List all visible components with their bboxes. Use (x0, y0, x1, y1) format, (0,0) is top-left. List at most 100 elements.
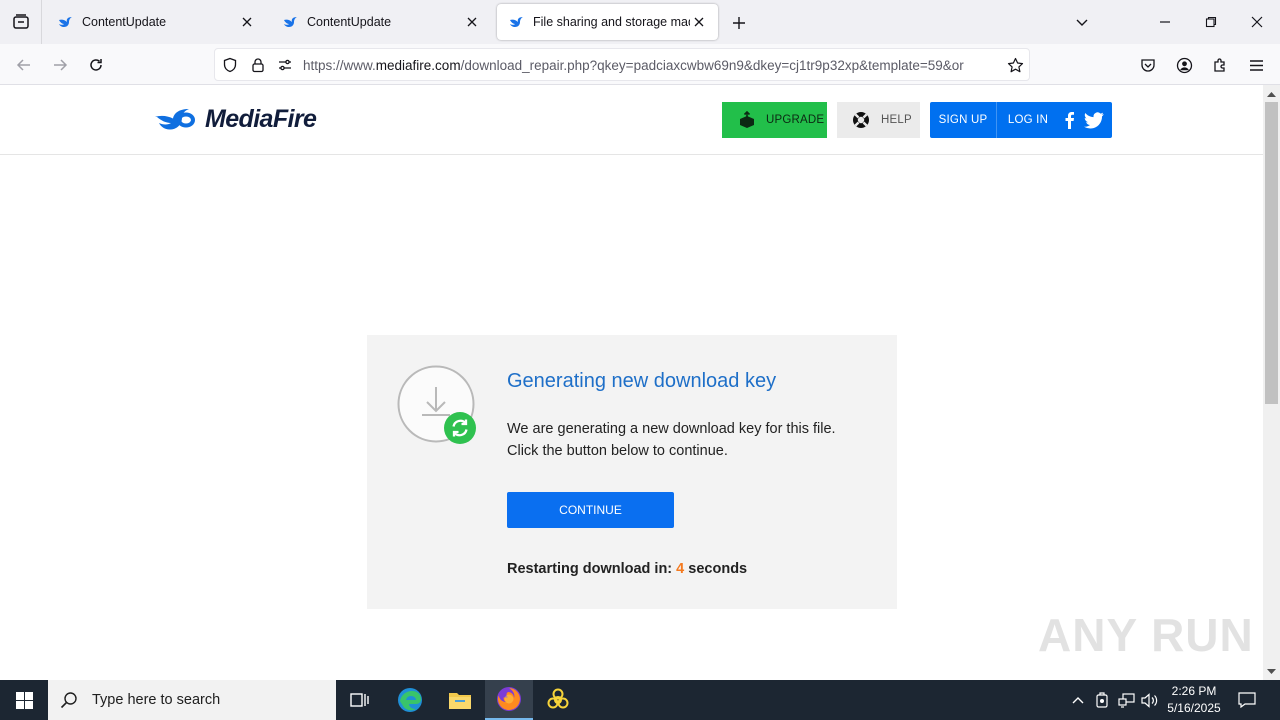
reload-button[interactable] (83, 52, 109, 78)
browser-tab-bar: ContentUpdate ContentUpdate File sharing… (0, 0, 1280, 44)
tab-title: ContentUpdate (307, 15, 392, 29)
page-scrollbar[interactable] (1263, 85, 1280, 680)
search-placeholder: Type here to search (92, 692, 221, 708)
folder-icon (449, 693, 471, 709)
biohazard-icon (545, 688, 571, 712)
facebook-login-button[interactable] (1060, 111, 1078, 129)
address-bar[interactable]: https://www.mediafire.com/download_repai… (214, 48, 1030, 81)
scroll-down-arrow-icon[interactable] (1263, 663, 1280, 680)
tab-title: File sharing and storage made (533, 15, 690, 29)
minimize-button[interactable] (1153, 10, 1177, 34)
start-button[interactable] (0, 680, 48, 720)
windows-logo-icon (15, 691, 33, 709)
site-header: MediaFire UPGRADE HELP SIGN UP LOG IN (0, 85, 1263, 155)
continue-button[interactable]: CONTINUE (507, 492, 674, 528)
list-all-tabs-button[interactable] (0, 0, 42, 44)
close-tab-icon[interactable] (238, 13, 256, 31)
restore-button[interactable] (1199, 10, 1223, 34)
restore-icon (1205, 16, 1217, 28)
restart-prefix: Restarting download in: (507, 561, 673, 577)
puzzle-icon (1214, 58, 1225, 72)
url-host: mediafire.com (375, 58, 461, 73)
scroll-up-arrow-icon[interactable] (1263, 85, 1280, 102)
task-view-button[interactable] (336, 680, 384, 720)
bookmark-star-icon[interactable] (1006, 56, 1024, 74)
help-label: HELP (881, 114, 912, 126)
sign-up-button[interactable]: SIGN UP (930, 102, 997, 138)
biohazard-app-taskbar-button[interactable] (534, 680, 582, 720)
file-explorer-taskbar-button[interactable] (436, 680, 484, 720)
lifebuoy-icon (853, 112, 869, 128)
sign-up-label: SIGN UP (938, 114, 988, 126)
upgrade-box-icon (740, 111, 754, 128)
tracking-protection-shield-icon[interactable] (221, 56, 239, 74)
device-tray-icon[interactable] (1092, 690, 1112, 710)
url-text[interactable]: https://www.mediafire.com/download_repai… (303, 58, 999, 73)
arrow-left-icon (16, 59, 30, 71)
close-icon (1251, 16, 1263, 28)
tab-title: ContentUpdate (82, 15, 167, 29)
tab-list-icon (12, 14, 29, 29)
network-icon[interactable] (1116, 690, 1136, 710)
download-refresh-icon (397, 365, 476, 444)
description-line-2: Click the button below to continue. (507, 443, 728, 459)
pocket-icon (1141, 59, 1155, 72)
hamburger-menu-icon (1249, 59, 1263, 71)
lock-icon[interactable] (249, 56, 267, 74)
tab-overflow-chevron[interactable] (1070, 10, 1094, 34)
mediafire-favicon-icon (284, 17, 297, 27)
clock-time: 2:26 PM (1171, 684, 1217, 698)
log-in-button[interactable]: LOG IN (998, 102, 1058, 138)
search-icon (60, 690, 80, 710)
close-tab-icon[interactable] (690, 13, 708, 31)
twitter-icon (1084, 111, 1104, 128)
mediafire-logo[interactable]: MediaFire (155, 105, 317, 134)
scroll-thumb[interactable] (1265, 102, 1278, 404)
upgrade-button[interactable]: UPGRADE (722, 102, 827, 138)
pocket-button[interactable] (1135, 52, 1161, 78)
browser-nav-bar: https://www.mediafire.com/download_repai… (0, 44, 1280, 85)
chevron-down-icon (1076, 19, 1088, 26)
continue-label: CONTINUE (559, 503, 622, 517)
notification-center-button[interactable] (1236, 690, 1258, 710)
tab-mediafire-active[interactable]: File sharing and storage made (497, 4, 718, 40)
firefox-icon (497, 687, 521, 711)
tab-contentupdate-1[interactable]: ContentUpdate (46, 4, 266, 40)
close-tab-icon[interactable] (463, 13, 481, 31)
minimize-icon (1160, 21, 1170, 23)
arrow-right-icon (54, 59, 68, 71)
new-tab-button[interactable] (728, 12, 750, 34)
taskbar-search-box[interactable]: Type here to search (48, 680, 336, 720)
show-hidden-icons-chevron-icon[interactable] (1068, 690, 1088, 710)
restart-count: 4 (676, 561, 685, 577)
volume-icon[interactable] (1140, 690, 1160, 710)
mediafire-favicon-icon (59, 17, 72, 27)
permissions-icon[interactable] (276, 56, 294, 74)
plus-icon (733, 17, 745, 29)
download-key-card: Generating new download key We are gener… (367, 335, 897, 609)
account-button[interactable] (1171, 52, 1197, 78)
extensions-button[interactable] (1207, 52, 1233, 78)
forward-button[interactable] (47, 52, 73, 78)
clock-date: 5/16/2025 (1167, 701, 1221, 715)
url-path: /download_repair.php?qkey=padciaxcwbw69n… (460, 58, 964, 73)
log-in-label: LOG IN (1007, 114, 1049, 126)
description-line-1: We are generating a new download key for… (507, 421, 836, 437)
system-clock[interactable]: 2:26 PM 5/16/2025 (1160, 683, 1228, 717)
help-button[interactable]: HELP (837, 102, 920, 138)
mediafire-favicon-icon (510, 17, 523, 27)
card-title: Generating new download key (507, 370, 777, 392)
twitter-login-button[interactable] (1084, 111, 1104, 129)
card-description: We are generating a new download key for… (507, 418, 877, 462)
app-menu-button[interactable] (1243, 52, 1269, 78)
edge-taskbar-button[interactable] (386, 680, 434, 720)
notification-icon (1238, 692, 1256, 708)
tab-contentupdate-2[interactable]: ContentUpdate (271, 4, 491, 40)
mediafire-flame-logo-icon (155, 108, 195, 129)
back-button[interactable] (11, 52, 37, 78)
anyrun-watermark: ANY RUN (1038, 609, 1254, 661)
auth-button-group: SIGN UP LOG IN (930, 102, 1112, 138)
edge-icon (398, 688, 422, 712)
firefox-taskbar-button[interactable] (485, 680, 533, 720)
close-window-button[interactable] (1245, 10, 1269, 34)
